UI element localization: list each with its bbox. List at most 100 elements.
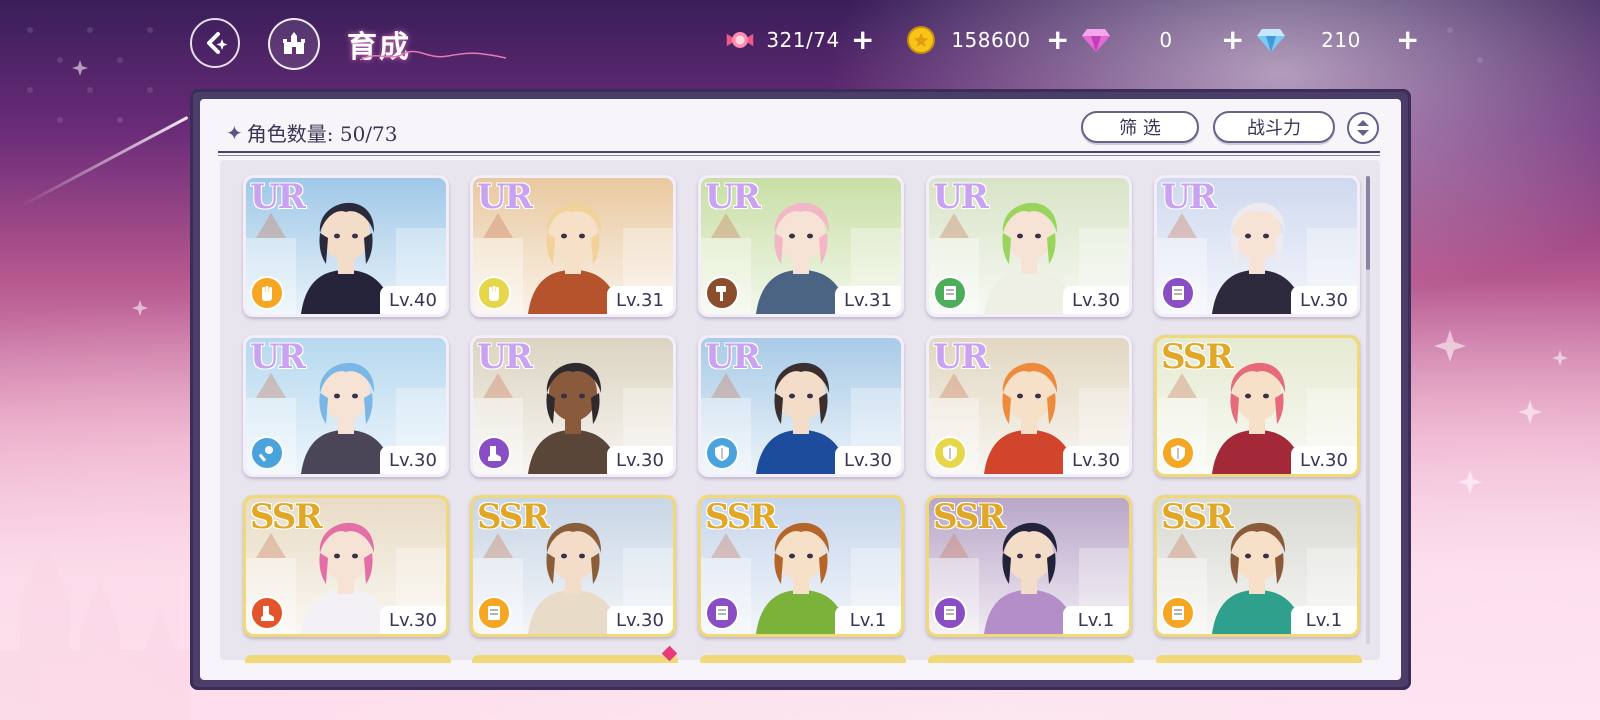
shield-icon xyxy=(933,436,967,470)
rarity-badge: UR xyxy=(933,338,989,377)
character-card[interactable]: SSR Lv.1 xyxy=(698,495,904,637)
level-label: Lv.30 xyxy=(1063,286,1129,314)
level-label: Lv.30 xyxy=(1063,446,1129,474)
level-label: Lv.30 xyxy=(1291,446,1357,474)
rarity-badge: SSR xyxy=(477,498,550,537)
level-label: Lv.30 xyxy=(380,606,446,634)
character-card[interactable]: UR Lv.30 xyxy=(1154,175,1360,317)
fist-icon xyxy=(477,276,511,310)
character-count-text: 角色数量: 50/73 xyxy=(246,122,398,146)
character-card[interactable]: SSR Lv.1 xyxy=(1154,495,1360,637)
character-card[interactable]: SSR Lv.30 xyxy=(470,495,676,637)
character-card[interactable]: UR Lv.30 xyxy=(698,335,904,477)
character-card[interactable]: UR Lv.30 xyxy=(470,335,676,477)
rarity-badge: UR xyxy=(705,178,761,217)
currency-blue-diamond: 210 + xyxy=(1256,24,1419,56)
book-icon xyxy=(477,596,511,630)
level-label: Lv.30 xyxy=(607,606,673,634)
sort-power-button-label: 战斗力 xyxy=(1247,118,1301,139)
rarity-badge: SSR xyxy=(705,498,778,537)
rarity-badge: SSR xyxy=(933,498,1006,537)
fist-icon xyxy=(250,276,284,310)
book-icon xyxy=(933,276,967,310)
shooting-star xyxy=(19,115,189,208)
partial-card[interactable] xyxy=(1156,655,1362,663)
book-icon xyxy=(933,596,967,630)
rarity-badge: UR xyxy=(250,338,306,377)
character-card[interactable]: SSR Lv.30 xyxy=(1154,335,1360,477)
candy-value: 321/74 xyxy=(766,28,840,52)
shield-icon xyxy=(1161,436,1195,470)
level-label: Lv.31 xyxy=(835,286,901,314)
blue-diamond-icon xyxy=(1256,25,1286,55)
castle-home-icon xyxy=(283,32,305,54)
rarity-badge: SSR xyxy=(1161,338,1234,377)
character-card[interactable]: SSR Lv.30 xyxy=(243,495,449,637)
book-icon xyxy=(1161,276,1195,310)
sort-order-button[interactable] xyxy=(1347,112,1379,144)
currency-coin: 158600 + xyxy=(906,24,1069,56)
level-label: Lv.30 xyxy=(607,446,673,474)
character-card[interactable]: UR Lv.40 xyxy=(243,175,449,317)
pink-diamond-value: 0 xyxy=(1159,28,1173,52)
castle-silhouette xyxy=(0,540,190,720)
title-script-decoration xyxy=(359,50,507,61)
character-card[interactable]: UR Lv.30 xyxy=(926,175,1132,317)
back-button[interactable] xyxy=(190,18,240,68)
level-label: Lv.30 xyxy=(835,446,901,474)
boot-icon xyxy=(477,436,511,470)
hammer-icon xyxy=(705,276,739,310)
header-divider-thin xyxy=(218,155,1380,156)
back-arrow-icon xyxy=(207,32,228,54)
wand-icon xyxy=(250,436,284,470)
grid-scrollbar[interactable] xyxy=(1366,176,1370,644)
partial-card[interactable] xyxy=(928,655,1134,663)
rarity-badge: UR xyxy=(477,338,533,377)
rarity-badge: SSR xyxy=(1161,498,1234,537)
rarity-badge: UR xyxy=(1161,178,1217,217)
coin-value: 158600 xyxy=(951,28,1031,52)
level-label: Lv.1 xyxy=(835,606,901,634)
level-label: Lv.40 xyxy=(380,286,446,314)
shield-icon xyxy=(705,436,739,470)
character-card[interactable]: UR Lv.30 xyxy=(243,335,449,477)
filter-button-label: 筛 选 xyxy=(1119,118,1161,139)
level-label: Lv.30 xyxy=(1291,286,1357,314)
rarity-badge: UR xyxy=(933,178,989,217)
partial-card[interactable] xyxy=(245,655,451,663)
character-card[interactable]: UR Lv.31 xyxy=(470,175,676,317)
level-label: Lv.30 xyxy=(380,446,446,474)
partial-card[interactable] xyxy=(700,655,906,663)
scrollbar-thumb[interactable] xyxy=(1366,176,1370,270)
header-divider xyxy=(218,151,1380,153)
candy-icon xyxy=(725,25,755,55)
character-card[interactable]: SSR Lv.1 xyxy=(926,495,1132,637)
rarity-badge: SSR xyxy=(250,498,323,537)
coin-add-button[interactable]: + xyxy=(1046,26,1069,54)
home-button[interactable] xyxy=(268,18,320,70)
currency-pink-diamond: 0 + xyxy=(1081,24,1244,56)
character-card[interactable]: UR Lv.31 xyxy=(698,175,904,317)
rarity-badge: UR xyxy=(705,338,761,377)
book-icon xyxy=(1161,596,1195,630)
pink-diamond-add-button[interactable]: + xyxy=(1221,26,1244,54)
sort-power-button[interactable]: 战斗力 xyxy=(1213,111,1335,143)
level-label: Lv.1 xyxy=(1291,606,1357,634)
candy-add-button[interactable]: + xyxy=(851,26,874,54)
blue-diamond-value: 210 xyxy=(1321,28,1361,52)
rarity-badge: UR xyxy=(250,178,306,217)
sparkle-icon: ✦ xyxy=(226,120,243,145)
partial-card[interactable] xyxy=(472,655,678,663)
gold-coin-icon xyxy=(906,25,936,55)
level-label: Lv.31 xyxy=(607,286,673,314)
character-count-label: ✦ 角色数量: 50/73 xyxy=(226,118,398,147)
filter-button[interactable]: 筛 选 xyxy=(1081,111,1199,143)
level-label: Lv.1 xyxy=(1063,606,1129,634)
character-card[interactable]: UR Lv.30 xyxy=(926,335,1132,477)
blue-diamond-add-button[interactable]: + xyxy=(1396,26,1419,54)
boot-icon xyxy=(250,596,284,630)
pink-diamond-icon xyxy=(1081,25,1111,55)
book-icon xyxy=(705,596,739,630)
currency-candy: 321/74 + xyxy=(725,24,874,56)
top-bar: 育成 321/74 + 158600 + 0 + 210 + xyxy=(0,0,1600,80)
